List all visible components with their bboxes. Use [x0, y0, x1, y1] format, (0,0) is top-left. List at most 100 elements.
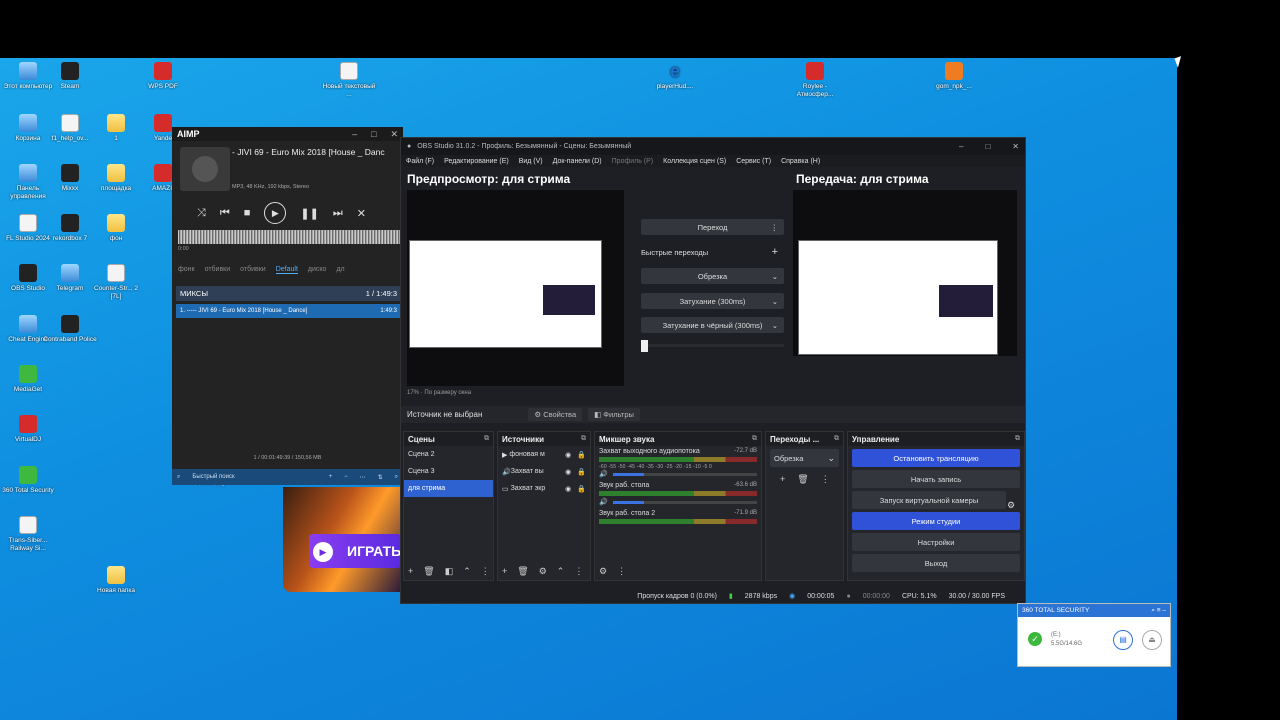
minimize-icon[interactable]: – — [1162, 607, 1166, 614]
menu-item-profile[interactable]: Профиль (P) — [612, 158, 654, 165]
maximize-icon[interactable]: □ — [985, 142, 990, 151]
arrow-up-icon[interactable]: ⌃ — [463, 566, 471, 577]
settings-button[interactable]: Настройки — [852, 533, 1020, 551]
add-icon[interactable]: + — [502, 566, 507, 577]
search-icon[interactable]: ⌕ — [395, 474, 398, 481]
desktop-icon[interactable]: WPS PDF — [135, 62, 191, 91]
menu-item-tools[interactable]: Сервис (T) — [736, 158, 771, 165]
pause-icon[interactable]: ❚❚ — [300, 207, 318, 220]
transition-fade-black-select[interactable]: Затухание в чёрный (300ms) ⌄ — [641, 317, 784, 333]
eye-icon[interactable]: ◉ — [565, 485, 571, 493]
start-virtual-camera-button[interactable]: Запуск виртуальной камеры — [852, 491, 1006, 509]
transition-slider[interactable] — [641, 340, 784, 352]
eject-icon[interactable]: ⏏ — [1142, 630, 1162, 650]
trash-icon[interactable]: 🗑 — [423, 566, 434, 577]
lock-icon[interactable]: 🔒 — [577, 468, 586, 476]
desktop-icon[interactable]: e playerHud.... — [647, 62, 703, 91]
start-recording-button[interactable]: Начать запись — [852, 470, 1020, 488]
desktop-icon[interactable]: MediaGet — [0, 365, 56, 394]
menu-item-view[interactable]: Вид (V) — [519, 158, 543, 165]
shuffle-icon[interactable]: ⤨ — [197, 207, 206, 220]
close-icon[interactable]: ✕ — [390, 129, 398, 139]
trash-icon[interactable]: 🗑 — [517, 566, 528, 577]
dock-undock-icon[interactable]: ⧉ — [752, 435, 757, 443]
exit-button[interactable]: Выход — [852, 554, 1020, 572]
eye-icon[interactable]: ◉ — [565, 451, 571, 459]
preview-zoom[interactable]: 17% · По размеру окна — [407, 390, 471, 396]
menu-item-scene-collection[interactable]: Коллекция сцен (S) — [663, 158, 726, 165]
tab-playlist-active[interactable]: Default — [275, 266, 298, 274]
add-icon[interactable]: + — [408, 566, 413, 577]
stop-streaming-button[interactable]: Остановить трансляцию — [852, 449, 1020, 467]
play-button[interactable]: ▶ — [264, 202, 287, 224]
obs-window[interactable]: ● OBS Studio 31.0.2 - Профиль: Безымянны… — [400, 137, 1026, 604]
menu-item-file[interactable]: Файл (F) — [406, 158, 434, 165]
gear-icon[interactable]: ⚙ — [539, 566, 547, 577]
studio-mode-button[interactable]: Режим студии — [852, 512, 1020, 530]
desktop-icon[interactable]: gom_npk_... — [926, 62, 982, 91]
tab-playlist[interactable]: фонк — [178, 266, 195, 274]
more-icon[interactable]: ⋮ — [574, 566, 583, 577]
transition-fade-select[interactable]: Затухание (300ms) ⌄ — [641, 293, 784, 309]
eye-icon[interactable]: ◉ — [565, 468, 571, 476]
minimize-icon[interactable]: – — [352, 129, 357, 139]
tab-playlist[interactable]: отбивки — [205, 266, 231, 274]
arrow-up-icon[interactable]: ⌃ — [557, 566, 565, 577]
filter-icon[interactable]: ◧ — [445, 566, 454, 577]
transition-button[interactable]: Переход ⋮ — [641, 219, 784, 235]
lock-icon[interactable]: 🔒 — [577, 451, 586, 459]
source-item[interactable]: ▭ Захват экр ◉ 🔒 — [498, 480, 590, 497]
dock-undock-icon[interactable]: ⧉ — [484, 435, 489, 443]
waveform-seekbar[interactable] — [178, 230, 400, 244]
scene-item[interactable]: Сцена 3 — [404, 463, 493, 480]
transition-cut-select[interactable]: Обрезка ⌄ — [641, 268, 784, 284]
dock-undock-icon[interactable]: ⧉ — [1015, 435, 1020, 443]
source-item[interactable]: ▶ фоновая м ◉ 🔒 — [498, 446, 590, 463]
desktop-icon[interactable]: Contraband Police — [42, 315, 98, 344]
dock-undock-icon[interactable]: ⧉ — [581, 435, 586, 443]
more-icon[interactable]: ⋮ — [821, 474, 830, 485]
speaker-icon[interactable]: 🔊 — [599, 498, 608, 506]
more-icon[interactable]: ⋯ — [360, 474, 366, 481]
more-icon[interactable]: ⋮ — [481, 566, 490, 577]
maximize-icon[interactable]: □ — [371, 129, 376, 139]
more-icon[interactable]: ⋮ — [771, 223, 779, 232]
speaker-icon[interactable]: 🔊 — [599, 470, 608, 478]
repeat-icon[interactable]: ✕ — [357, 207, 366, 220]
volume-slider[interactable] — [612, 472, 757, 476]
search-input[interactable]: Быстрый поиск — [192, 474, 316, 480]
dock-undock-icon[interactable]: ⧉ — [834, 435, 839, 443]
quick-search-bar[interactable]: ⌕ Быстрый поиск + − ⋯ ⇅ ⌕ — [172, 469, 403, 485]
add-icon[interactable]: + — [772, 246, 778, 258]
trash-icon[interactable]: 🗑 — [797, 474, 808, 485]
desktop-icon[interactable]: Trans-Siber... Railway Si... — [0, 516, 56, 553]
close-icon[interactable]: ✕ — [1012, 142, 1019, 151]
desktop-icon[interactable]: Steam — [42, 62, 98, 91]
folder-icon[interactable]: ▤ — [1113, 630, 1133, 650]
next-icon[interactable]: ⏭ — [333, 207, 343, 220]
remove-icon[interactable]: − — [344, 474, 348, 480]
list-item[interactable]: 1. ----- JIVI 69 - Euro Mix 2018 [House … — [176, 304, 401, 318]
lock-icon[interactable]: 🔒 — [577, 485, 586, 493]
properties-button[interactable]: ⚙ Свойства — [528, 408, 583, 421]
preview-canvas[interactable] — [407, 190, 624, 386]
transition-select[interactable]: Обрезка ⌄ — [770, 449, 839, 467]
slider-handle[interactable] — [641, 340, 648, 352]
scene-item[interactable]: Сцена 2 — [404, 446, 493, 463]
desktop-icon[interactable]: Новая папка — [88, 566, 144, 595]
menu-item-edit[interactable]: Редактирование (E) — [444, 158, 509, 165]
desktop-icon[interactable]: 360 Total Security — [0, 466, 56, 495]
aimp-titlebar[interactable]: AIMP – □ ✕ — [172, 127, 403, 141]
aimp-player-window[interactable]: AIMP – □ ✕ - JIVI 69 - Euro Mix 2018 [Ho… — [172, 127, 403, 485]
tab-playlist[interactable]: отбивки — [240, 266, 266, 274]
tab-playlist[interactable]: дл — [336, 266, 344, 274]
gear-icon[interactable]: ⚙ — [1007, 500, 1015, 511]
source-item[interactable]: 🔊 Захват вы ◉ 🔒 — [498, 463, 590, 480]
more-icon[interactable]: ⋮ — [617, 566, 626, 577]
stop-icon[interactable]: ■ — [244, 207, 251, 219]
add-icon[interactable]: + — [780, 474, 785, 485]
filters-button[interactable]: ◧ Фильтры — [588, 408, 640, 421]
tab-playlist[interactable]: диско — [308, 266, 327, 274]
security-widget[interactable]: 360 TOTAL SECURITY ⌕ ≡ – ✓ (E:) 5.5G/14.6… — [1017, 603, 1171, 667]
game-ad-banner[interactable]: ИГРАТЬ ▶ — [283, 487, 401, 592]
